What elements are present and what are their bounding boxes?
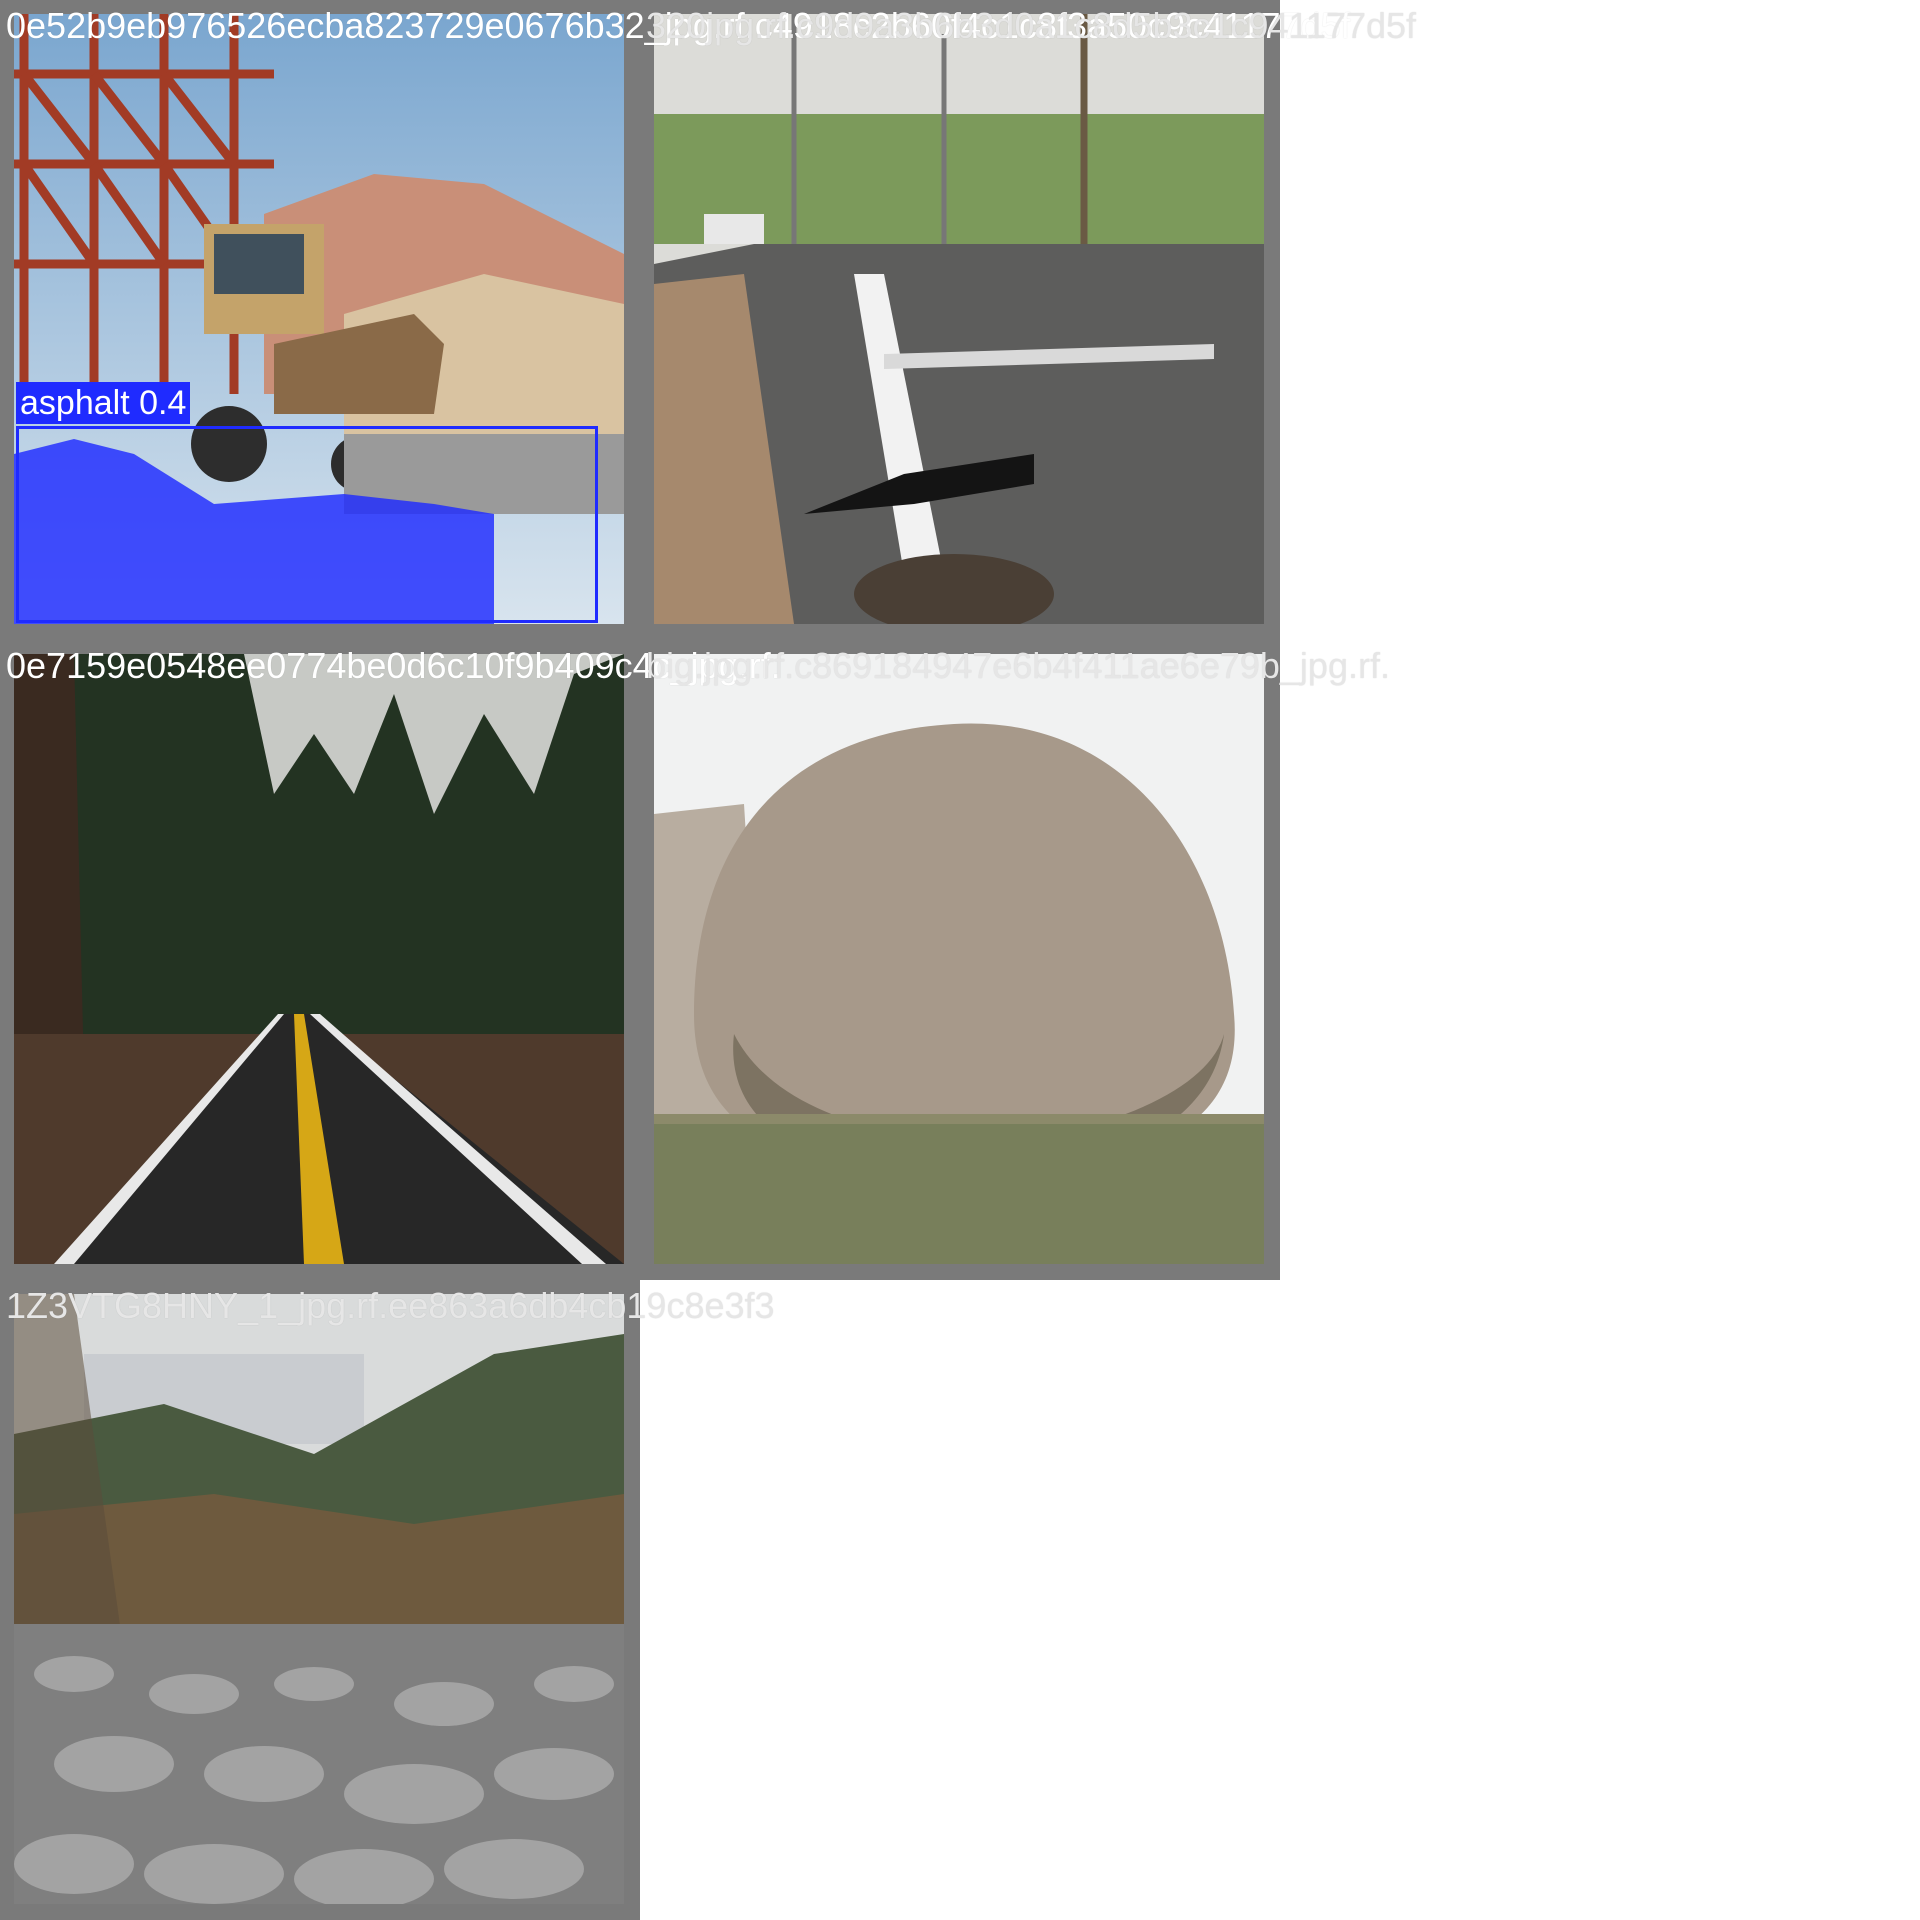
image-tile-3[interactable] — [0, 640, 640, 1280]
image-tile-4[interactable] — [640, 640, 1280, 1280]
photo-damaged-road — [654, 14, 1264, 624]
filename-caption-4: big.jpg.rf.c869184947e6b4f411ae6e79b_jpg… — [646, 645, 1390, 686]
image-tile-2[interactable] — [640, 0, 1280, 640]
filename-caption-5: 1Z3VTG8HNY_1_jpg.rf.ee863a6db4cb19c8e3f3 — [6, 1285, 775, 1326]
image-tile-1[interactable]: asphalt 0.4 — [0, 0, 640, 640]
image-tile-5[interactable] — [0, 1280, 640, 1920]
photo-rockfall-valley — [14, 1294, 624, 1904]
photo-forest-road — [14, 654, 624, 1264]
photo-boulder — [654, 654, 1264, 1264]
detection-label: asphalt 0.4 — [16, 382, 191, 424]
filename-caption-2: 320jpg.rf.c9d9a3b6b3d0a1c8d5b3c1c941177d… — [646, 5, 1417, 46]
detection-box[interactable] — [16, 426, 598, 623]
